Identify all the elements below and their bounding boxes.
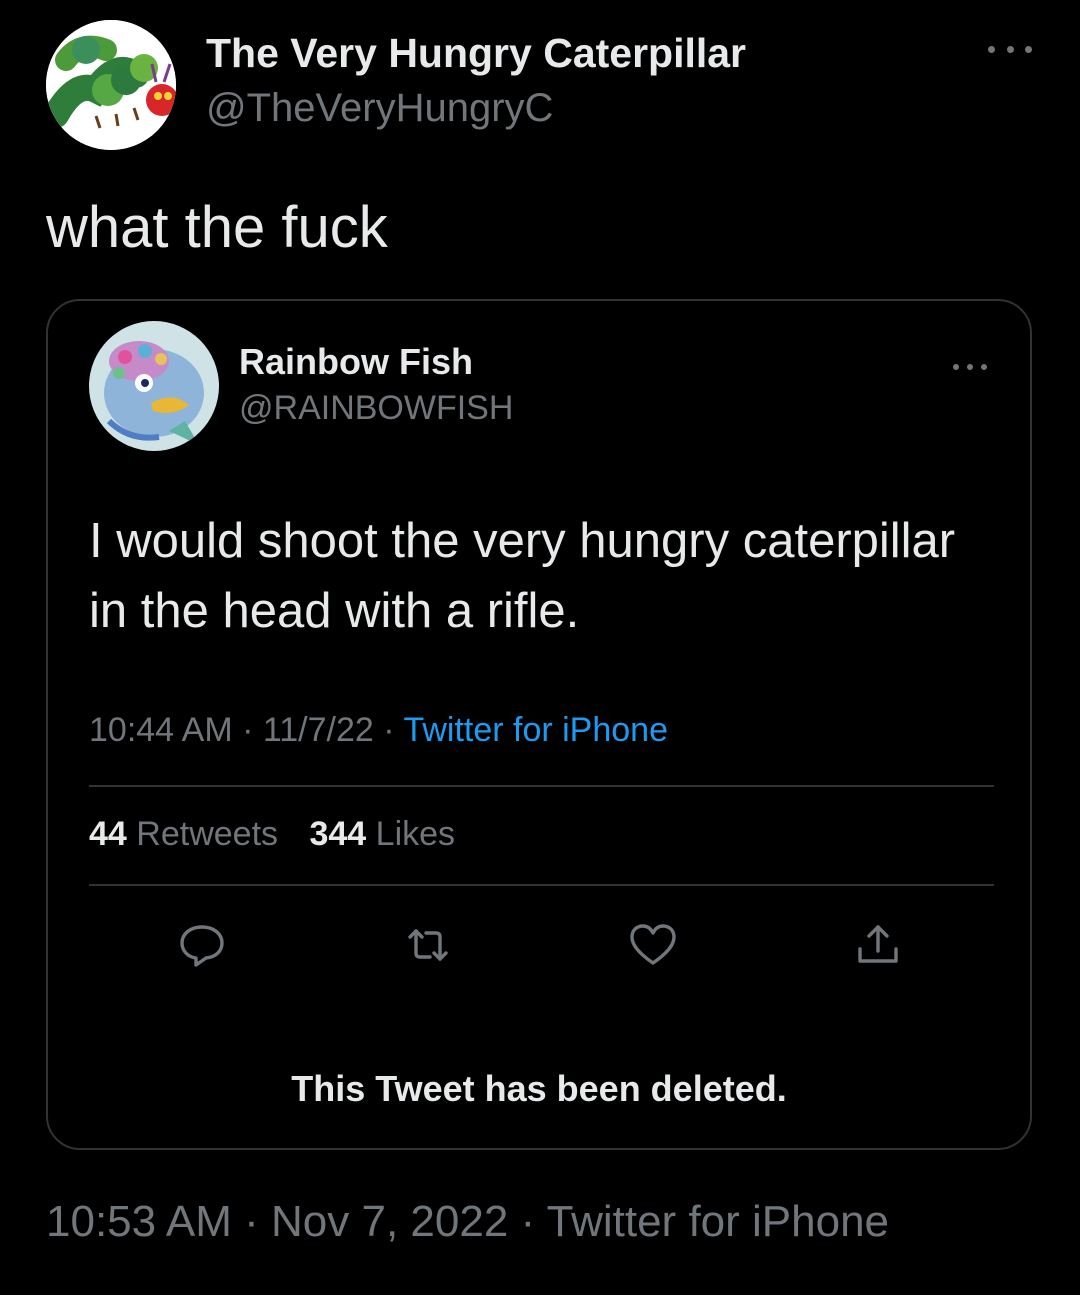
retweets-count[interactable]: 44 [89,815,127,853]
quoted-tweet-text: I would shoot the very hungry caterpilla… [89,514,956,638]
like-icon[interactable] [625,917,681,973]
deleted-notice: This Tweet has been deleted. [291,1068,787,1109]
more-dot [953,364,959,370]
more-dot [988,45,995,53]
tweet-text: what the fuck [46,195,388,260]
tweet: The Very Hungry Caterpillar @TheVeryHung… [0,0,1080,1295]
retweet-icon[interactable] [400,917,456,973]
quoted-author-handle[interactable]: @RAINBOWFISH [239,389,513,428]
quoted-date[interactable]: 11/7/22 [263,711,374,749]
retweets-label[interactable]: Retweets [136,815,278,853]
more-dot [981,364,987,370]
tweet-source[interactable]: Twitter for iPhone [547,1197,889,1246]
quoted-engagement-stats: 44 Retweets 344 Likes [89,815,455,854]
author-display-name[interactable]: The Very Hungry Caterpillar [206,30,746,77]
tweet-date[interactable]: Nov 7, 2022 [271,1197,508,1246]
meta-separator: · [520,1197,536,1246]
likes-label[interactable]: Likes [376,815,455,853]
quoted-author-display-name[interactable]: Rainbow Fish [239,341,473,383]
tweet-metadata: 10:53 AM · Nov 7, 2022 · Twitter for iPh… [46,1197,889,1247]
tweet-time[interactable]: 10:53 AM [46,1197,232,1246]
more-options-icon[interactable] [988,34,1032,64]
reply-icon[interactable] [174,917,230,973]
likes-count[interactable]: 344 [309,815,366,853]
author-handle[interactable]: @TheVeryHungryC [206,86,553,131]
quoted-tweet-metadata: 10:44 AM · 11/7/22 · Twitter for iPhone [89,711,668,750]
share-icon[interactable] [850,917,906,973]
meta-separator: · [244,1197,259,1246]
more-dot [1006,45,1014,53]
rainbow-fish-avatar[interactable] [89,321,219,451]
caterpillar-avatar[interactable] [46,20,176,150]
quoted-source-link[interactable]: Twitter for iPhone [403,711,668,749]
divider [89,884,994,886]
meta-separator: · [242,711,254,749]
quoted-action-bar [48,917,1030,973]
more-dot [967,364,973,370]
quoted-time[interactable]: 10:44 AM [89,711,233,749]
quoted-more-options-icon[interactable] [953,357,987,377]
more-dot [1025,45,1032,53]
quoted-tweet-card[interactable]: Rainbow Fish @RAINBOWFISH I would shoot … [46,299,1032,1150]
divider [89,785,994,787]
meta-separator: · [383,711,395,749]
